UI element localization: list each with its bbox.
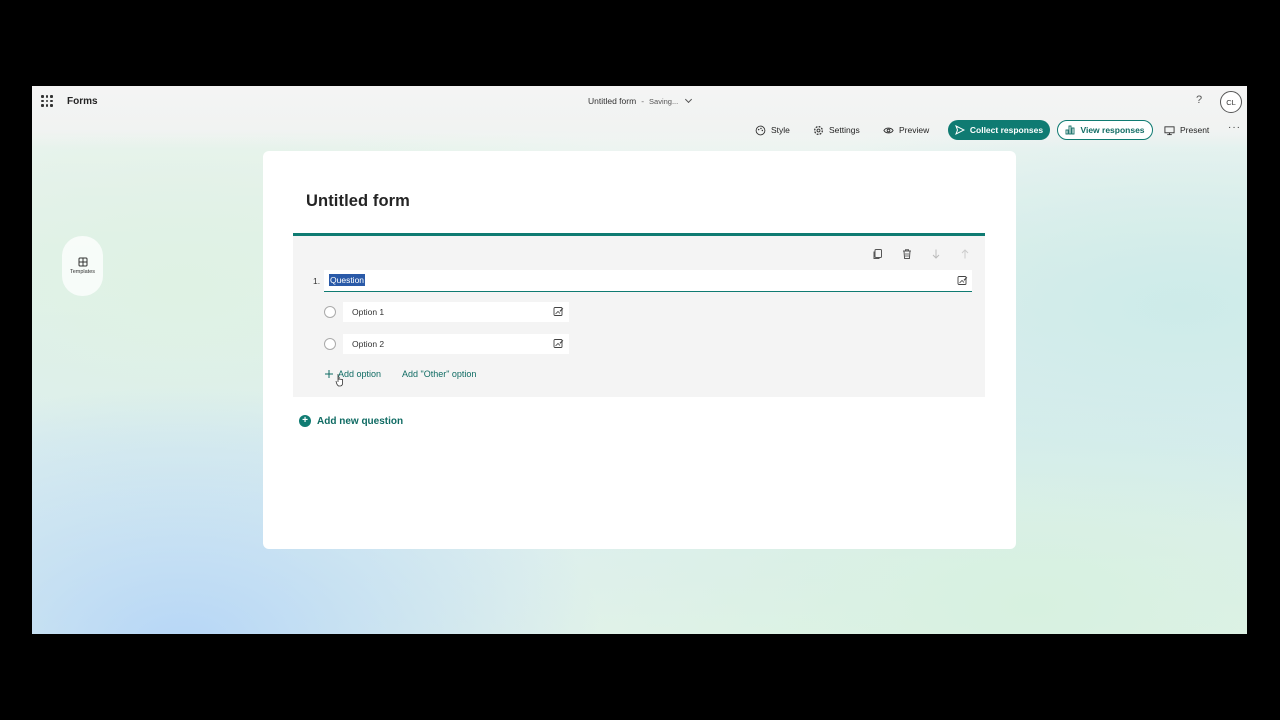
question-block[interactable]: 1. Question Option 1 Option 2 Add option… — [293, 233, 985, 397]
view-responses-label: View responses — [1080, 125, 1145, 135]
add-other-option-button[interactable]: Add "Other" option — [402, 369, 476, 379]
avatar[interactable]: CL — [1220, 91, 1242, 113]
add-option-button[interactable]: Add option — [324, 369, 381, 379]
gear-icon — [814, 125, 823, 135]
insert-media-icon[interactable] — [553, 306, 564, 317]
question-text: Question — [329, 274, 366, 286]
option-field[interactable]: Option 2 — [343, 334, 569, 354]
app-launcher-icon[interactable] — [41, 95, 53, 107]
document-title-menu[interactable]: Untitled form - Saving... — [588, 95, 693, 106]
add-circle-icon: + — [299, 415, 311, 427]
insert-media-icon[interactable] — [553, 338, 564, 349]
send-icon — [954, 125, 965, 135]
option-row: Option 1 — [324, 302, 569, 322]
question-number: 1. — [313, 276, 321, 286]
option-radio[interactable] — [324, 306, 336, 318]
templates-icon — [78, 257, 87, 267]
mouse-cursor-icon — [335, 374, 343, 387]
form-title[interactable]: Untitled form — [306, 192, 410, 211]
add-new-question-button[interactable]: + Add new question — [299, 415, 403, 427]
chevron-down-icon — [685, 95, 693, 104]
form-card: Untitled form 1. Question Option 1 Optio… — [263, 151, 1016, 549]
insert-media-icon[interactable] — [957, 275, 968, 286]
question-text-field[interactable]: Question — [324, 270, 972, 292]
option-label: Option 2 — [352, 339, 385, 349]
add-new-question-label: Add new question — [317, 415, 404, 427]
help-icon[interactable]: ? — [1196, 94, 1202, 106]
collect-responses-label: Collect responses — [969, 125, 1044, 135]
save-status: Saving... — [649, 96, 679, 106]
option-row: Option 2 — [324, 334, 569, 354]
preview-label: Preview — [899, 125, 930, 135]
preview-button[interactable]: Preview — [883, 120, 929, 140]
collect-responses-button[interactable]: Collect responses — [948, 120, 1050, 140]
present-button[interactable]: Present — [1164, 120, 1209, 140]
app-name[interactable]: Forms — [67, 96, 98, 107]
monitor-icon — [1164, 125, 1175, 135]
templates-label: Templates — [69, 269, 96, 275]
settings-button[interactable]: Settings — [813, 120, 860, 140]
document-title: Untitled form — [588, 96, 637, 106]
delete-icon[interactable] — [901, 248, 913, 260]
templates-button[interactable]: Templates — [62, 236, 103, 296]
view-responses-button[interactable]: View responses — [1057, 120, 1153, 140]
palette-icon — [755, 125, 766, 135]
option-radio[interactable] — [324, 338, 336, 350]
question-tools — [872, 248, 971, 260]
settings-label: Settings — [829, 125, 860, 135]
move-down-icon[interactable] — [930, 248, 942, 260]
more-options-icon[interactable]: ··· — [1228, 122, 1241, 133]
copy-icon[interactable] — [872, 248, 884, 260]
style-button[interactable]: Style — [755, 120, 790, 140]
option-label: Option 1 — [352, 307, 385, 317]
top-bar: Forms Untitled form - Saving... ? CL Sty… — [32, 86, 1247, 148]
option-field[interactable]: Option 1 — [343, 302, 569, 322]
title-separator: - — [641, 96, 645, 106]
style-label: Style — [771, 125, 790, 135]
present-label: Present — [1180, 125, 1210, 135]
chart-icon — [1065, 125, 1075, 135]
eye-icon — [883, 127, 894, 133]
move-up-icon[interactable] — [959, 248, 971, 260]
plus-icon — [325, 370, 333, 378]
forms-app-window: Forms Untitled form - Saving... ? CL Sty… — [32, 86, 1247, 634]
